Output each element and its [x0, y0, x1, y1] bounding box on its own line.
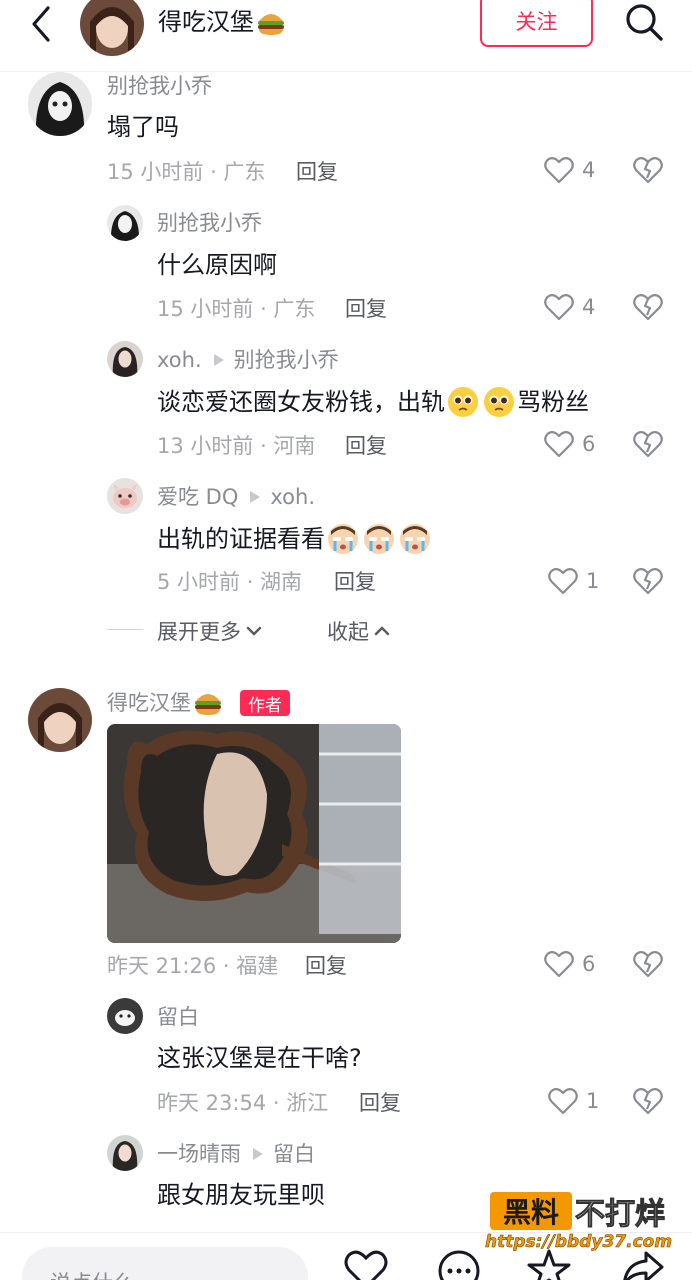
- avatar[interactable]: [28, 688, 92, 752]
- comment-meta: 15 小时前 · 广东: [107, 160, 266, 184]
- avatar[interactable]: [107, 478, 143, 514]
- dislike-broken-heart-icon[interactable]: [633, 156, 663, 188]
- thread-divider: [107, 629, 143, 630]
- author-avatar[interactable]: [80, 0, 144, 56]
- like-button[interactable]: 1: [548, 1087, 599, 1115]
- like-count: 6: [582, 952, 596, 976]
- comment-username-link[interactable]: xoh.: [157, 346, 202, 374]
- collapse-button[interactable]: 收起: [327, 616, 391, 646]
- comment-username: 爱吃 DQ xoh.: [157, 483, 315, 511]
- dislike-broken-heart-icon[interactable]: [633, 293, 663, 325]
- reply-button[interactable]: 回复: [334, 568, 376, 596]
- like-count: 4: [582, 295, 596, 319]
- reply-arrow-icon: [253, 1148, 263, 1160]
- comment-text: 跟女朋友玩里呗: [157, 1181, 325, 1209]
- dislike-broken-heart-icon[interactable]: [633, 1087, 663, 1119]
- like-count: 1: [586, 1089, 600, 1113]
- header-title: 得吃汉堡: [158, 6, 286, 38]
- like-button[interactable]: 4: [544, 156, 595, 184]
- chevron-down-icon: [246, 626, 262, 636]
- comment-text: 出轨的证据看看: [157, 522, 433, 556]
- watermark-logo: 黑料 不打烊 https://bbdy37.com: [485, 1192, 675, 1262]
- search-icon[interactable]: [624, 2, 664, 42]
- burger-emoji-icon: [193, 689, 223, 717]
- crying-face-emoji-icon: [399, 523, 431, 555]
- reply-to-username[interactable]: 留白: [273, 1140, 315, 1168]
- back-arrow-icon[interactable]: [22, 4, 62, 44]
- heart-icon: [544, 294, 574, 321]
- like-count: 6: [582, 432, 596, 456]
- comment-username: 得吃汉堡: [107, 689, 223, 717]
- crying-face-emoji-icon: [363, 523, 395, 555]
- heart-icon: [548, 1088, 578, 1115]
- dislike-broken-heart-icon[interactable]: [633, 567, 663, 599]
- pleading-face-emoji-icon: [483, 386, 515, 418]
- comment-meta: 13 小时前 · 河南: [157, 434, 316, 458]
- comment-text: 什么原因啊: [157, 251, 277, 279]
- comment-meta: 昨天 23:54 · 浙江: [157, 1091, 329, 1115]
- comment-image[interactable]: [107, 724, 401, 943]
- heart-icon: [544, 951, 574, 978]
- crying-face-emoji-icon: [327, 523, 359, 555]
- follow-button[interactable]: 关注: [480, 0, 593, 47]
- comment-icon[interactable]: [437, 1249, 481, 1280]
- reply-button[interactable]: 回复: [296, 158, 338, 186]
- avatar[interactable]: [107, 998, 143, 1034]
- reply-button[interactable]: 回复: [305, 952, 347, 980]
- reply-button[interactable]: 回复: [345, 295, 387, 323]
- comment-text: 这张汉堡是在干啥?: [157, 1044, 362, 1072]
- comment-username[interactable]: 留白: [157, 1003, 199, 1031]
- comment-username: 一场晴雨 留白: [157, 1140, 315, 1168]
- reply-to-username[interactable]: 别抢我小乔: [234, 346, 339, 374]
- comment-username-link[interactable]: 爱吃 DQ: [157, 483, 238, 511]
- dislike-broken-heart-icon[interactable]: [633, 430, 663, 462]
- comment-meta: 昨天 21:26 · 福建: [107, 954, 279, 978]
- watermark-url: https://bbdy37.com: [485, 1232, 673, 1253]
- like-button[interactable]: 1: [548, 567, 599, 595]
- like-button[interactable]: 4: [544, 293, 595, 321]
- comment-meta: 5 小时前 · 湖南: [157, 570, 303, 594]
- reply-button[interactable]: 回复: [345, 432, 387, 460]
- avatar[interactable]: [107, 1135, 143, 1171]
- burger-emoji-icon: [256, 9, 286, 37]
- reply-to-username[interactable]: xoh.: [270, 483, 315, 511]
- reply-arrow-icon: [213, 354, 224, 366]
- heart-icon: [544, 157, 574, 184]
- watermark-text: 不打烊: [575, 1197, 666, 1233]
- comment-username-link[interactable]: 得吃汉堡: [107, 689, 191, 717]
- top-bar: 得吃汉堡 关注: [0, 0, 692, 72]
- like-count: 1: [586, 569, 600, 593]
- avatar[interactable]: [107, 205, 143, 241]
- heart-icon: [548, 568, 578, 595]
- like-count: 4: [582, 158, 596, 182]
- watermark-box: 黑料: [490, 1192, 572, 1230]
- comment-meta: 15 小时前 · 广东: [157, 297, 316, 321]
- comment-username-link[interactable]: 一场晴雨: [157, 1140, 241, 1168]
- pleading-face-emoji-icon: [447, 386, 479, 418]
- avatar[interactable]: [28, 72, 92, 136]
- like-button[interactable]: 6: [544, 950, 595, 978]
- dislike-broken-heart-icon[interactable]: [633, 950, 663, 982]
- comment-input-placeholder: 说点什么: [50, 1267, 134, 1280]
- comment-username: xoh. 别抢我小乔: [157, 346, 339, 374]
- like-button[interactable]: 6: [544, 430, 595, 458]
- comment-text: 谈恋爱还圈女友粉钱，出轨 骂粉丝: [157, 386, 589, 418]
- chevron-up-icon: [374, 626, 390, 636]
- comment-username[interactable]: 别抢我小乔: [107, 72, 212, 100]
- expand-more-button[interactable]: 展开更多: [157, 616, 263, 646]
- reply-arrow-icon: [250, 491, 261, 503]
- heart-icon: [544, 431, 574, 458]
- comment-text: 塌了吗: [107, 113, 179, 141]
- author-badge: 作者: [240, 690, 290, 716]
- comment-username[interactable]: 别抢我小乔: [157, 209, 262, 237]
- avatar[interactable]: [107, 341, 143, 377]
- reply-button[interactable]: 回复: [359, 1089, 401, 1117]
- like-icon[interactable]: [344, 1249, 388, 1280]
